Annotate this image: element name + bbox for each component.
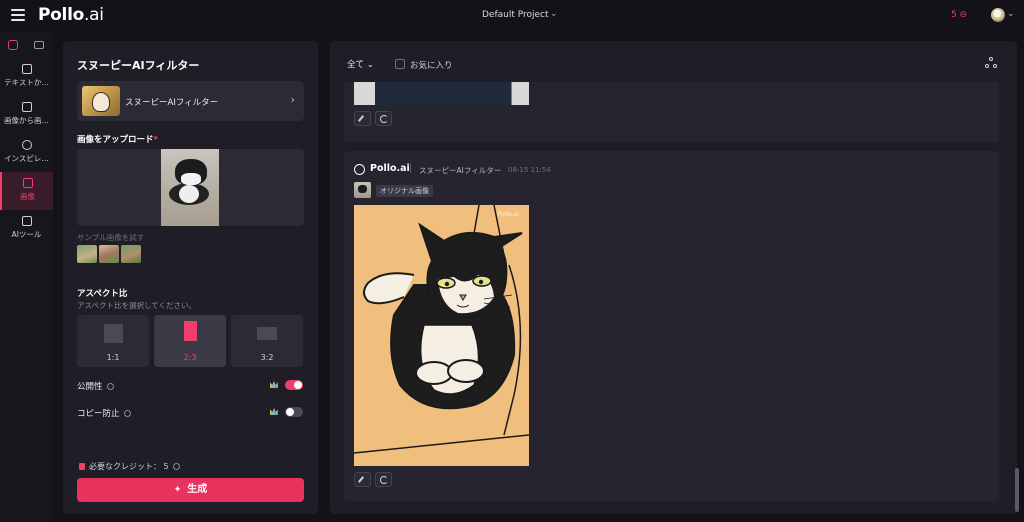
copy-protect-label: コピー防止 bbox=[77, 407, 131, 419]
public-label: 公開性 bbox=[77, 380, 114, 392]
filter-all-label: 全て bbox=[347, 60, 365, 70]
sample-image[interactable] bbox=[121, 245, 141, 263]
logo-suffix: .ai bbox=[83, 5, 104, 25]
regenerate-icon[interactable] bbox=[375, 472, 392, 487]
sidebar-item-label: テキストか… bbox=[4, 78, 49, 87]
info-icon[interactable] bbox=[123, 410, 131, 417]
nav-mode-switch bbox=[0, 39, 53, 53]
share-icon[interactable] bbox=[985, 57, 997, 69]
top-bar: Pollo.ai Default Project ⌄ 5 ⊖ ⌄ bbox=[0, 0, 1024, 32]
settings-panel: スヌーピーAIフィルター スヌーピーAIフィルター › 画像をアップロード* サ… bbox=[63, 41, 318, 514]
upload-label-text: 画像をアップロード bbox=[77, 135, 154, 145]
original-badge: オリジナル画像 bbox=[376, 185, 433, 197]
premium-crown-icon bbox=[270, 408, 278, 415]
public-toggle[interactable] bbox=[285, 380, 303, 390]
image-to-image-icon bbox=[21, 102, 32, 112]
avatar[interactable] bbox=[991, 8, 1005, 22]
result-card bbox=[344, 82, 999, 142]
results-gallery: 全て ⌄ お気に入り Pollo.ai スヌーピーAIフィルター 08-15 1… bbox=[330, 41, 1017, 514]
edit-icon[interactable] bbox=[354, 111, 371, 126]
image-icon bbox=[22, 178, 33, 188]
ratio-label: 2:3 bbox=[183, 353, 197, 362]
public-label-text: 公開性 bbox=[77, 382, 103, 392]
credit-label: 必要なクレジット： bbox=[89, 462, 161, 471]
sidebar-item-image-to-image[interactable]: 画像から画… bbox=[0, 96, 53, 134]
compass-icon bbox=[21, 140, 32, 150]
regenerate-icon[interactable] bbox=[375, 111, 392, 126]
logo[interactable]: Pollo.ai bbox=[38, 5, 104, 25]
generate-label: 生成 bbox=[187, 484, 208, 495]
favorites-label[interactable]: お気に入り bbox=[410, 59, 453, 71]
filter-selector[interactable]: スヌーピーAIフィルター › bbox=[77, 81, 304, 121]
sidebar-item-inspiration[interactable]: インスピレ… bbox=[0, 134, 53, 172]
chevron-down-icon: ⌄ bbox=[366, 60, 374, 70]
sidebar-item-ai-tools[interactable]: AIツール bbox=[0, 210, 53, 248]
filter-thumbnail bbox=[82, 86, 120, 116]
logo-text: Pollo bbox=[38, 5, 84, 25]
sample-image[interactable] bbox=[99, 245, 119, 263]
required-mark: * bbox=[153, 135, 158, 145]
info-icon[interactable] bbox=[106, 383, 114, 390]
card-filter-tag: スヌーピーAIフィルター bbox=[419, 166, 502, 175]
left-nav: テキストか… 画像から画… インスピレ… 画像 AIツール bbox=[0, 32, 53, 522]
premium-crown-icon bbox=[270, 381, 278, 388]
uploaded-cat-photo bbox=[161, 149, 219, 226]
gallery-filter-bar: 全て ⌄ お気に入り bbox=[330, 41, 1017, 81]
ratio-3-2-button[interactable]: 3:2 bbox=[231, 315, 303, 367]
sidebar-item-label: インスピレ… bbox=[4, 154, 49, 163]
generate-button[interactable]: ✦ 生成 bbox=[77, 478, 304, 502]
credits-counter[interactable]: 5 ⊖ bbox=[951, 10, 967, 20]
result-card: Pollo.ai スヌーピーAIフィルター 08-15 11:54 オリジナル画… bbox=[344, 151, 999, 501]
text-to-image-icon bbox=[21, 64, 32, 74]
favorites-checkbox[interactable] bbox=[395, 59, 405, 69]
sidebar-item-label: 画像 bbox=[20, 192, 35, 201]
sparkle-icon: ✦ bbox=[173, 485, 182, 495]
image-mode-icon[interactable] bbox=[8, 40, 18, 50]
filter-all-dropdown[interactable]: 全て ⌄ bbox=[347, 58, 374, 70]
chevron-right-icon: › bbox=[290, 93, 295, 106]
original-thumbnail[interactable] bbox=[354, 182, 371, 198]
page-title: スヌーピーAIフィルター bbox=[77, 59, 200, 72]
ratio-label: 1:1 bbox=[106, 353, 120, 362]
upload-dropzone[interactable] bbox=[77, 149, 304, 226]
info-icon[interactable] bbox=[172, 463, 180, 470]
credit-value: 5 bbox=[163, 462, 169, 471]
menu-icon[interactable] bbox=[11, 9, 25, 21]
chevron-down-icon[interactable]: ⌄ bbox=[550, 9, 558, 19]
ratio-2-3-button[interactable]: 2:3 bbox=[154, 315, 226, 367]
result-image[interactable] bbox=[354, 82, 529, 105]
sidebar-item-label: AIツール bbox=[11, 230, 42, 239]
pollo-logo-icon bbox=[354, 164, 365, 175]
chevron-down-icon[interactable]: ⌄ bbox=[1007, 9, 1015, 19]
sidebar-item-text-to-image[interactable]: テキストか… bbox=[0, 58, 53, 96]
sidebar-item-label: 画像から画… bbox=[4, 116, 49, 125]
video-mode-icon[interactable] bbox=[34, 41, 44, 49]
aspect-label: アスペクト比 bbox=[77, 289, 128, 299]
copy-protect-toggle[interactable] bbox=[285, 407, 303, 417]
watermark: Pollo.ai bbox=[497, 211, 519, 218]
card-brand: Pollo.ai bbox=[370, 163, 410, 174]
portrait-icon bbox=[184, 321, 197, 341]
card-timestamp: 08-15 11:54 bbox=[508, 166, 551, 174]
ratio-1-1-button[interactable]: 1:1 bbox=[77, 315, 149, 367]
credit-icon bbox=[79, 463, 85, 470]
sidebar-item-image[interactable]: 画像 bbox=[0, 172, 53, 210]
sample-label: サンプル画像を試す bbox=[77, 233, 145, 242]
sample-image[interactable] bbox=[77, 245, 97, 263]
generated-cat-illustration[interactable]: Pollo.ai bbox=[354, 205, 529, 466]
required-credits: 必要なクレジット： 5 bbox=[79, 461, 180, 472]
toolbox-icon bbox=[21, 216, 32, 226]
aspect-sub: アスペクト比を選択してください。 bbox=[77, 301, 197, 310]
gallery-scrollbar[interactable] bbox=[1015, 468, 1019, 512]
ratio-label: 3:2 bbox=[260, 353, 274, 362]
landscape-icon bbox=[257, 327, 277, 340]
square-icon bbox=[104, 324, 123, 343]
filter-name: スヌーピーAIフィルター bbox=[125, 98, 219, 108]
copy-protect-label-text: コピー防止 bbox=[77, 409, 120, 419]
edit-icon[interactable] bbox=[354, 472, 371, 487]
upload-label: 画像をアップロード* bbox=[77, 133, 158, 145]
divider bbox=[410, 164, 411, 173]
project-selector[interactable]: Default Project bbox=[482, 10, 549, 20]
